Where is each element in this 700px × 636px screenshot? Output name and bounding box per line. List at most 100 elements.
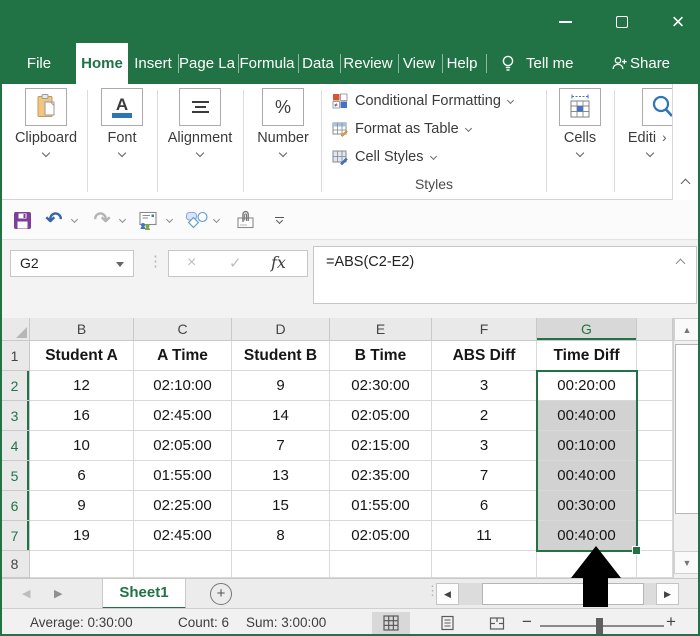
scroll-down-button[interactable]: ▼ (674, 551, 700, 574)
cell-C5[interactable]: 01:55:00 (134, 461, 232, 491)
cell-D6[interactable]: 15 (232, 491, 330, 521)
insert-function-icon[interactable]: fx (271, 253, 286, 272)
cell-B2[interactable]: 12 (30, 371, 134, 401)
col-header-C[interactable]: C (134, 318, 232, 341)
cell-styles-button[interactable]: Cell Styles (332, 146, 436, 168)
page-layout-view-button[interactable] (428, 612, 466, 634)
row-header-6[interactable]: 6 (0, 491, 30, 521)
cell-G4[interactable]: 00:10:00 (537, 431, 637, 461)
tab-help[interactable]: Help (442, 43, 482, 84)
tab-insert[interactable]: Insert (130, 43, 176, 84)
email-dropdown-chevron[interactable] (166, 216, 173, 223)
redo-dropdown-chevron[interactable] (119, 216, 126, 223)
cell-clipped-7[interactable] (637, 521, 673, 551)
cell-D7[interactable]: 8 (232, 521, 330, 551)
maximize-button[interactable] (602, 0, 642, 43)
cell-clipped-2[interactable] (637, 371, 673, 401)
row-header-3[interactable]: 3 (0, 401, 30, 431)
cell-C2[interactable]: 02:10:00 (134, 371, 232, 401)
col-header-F[interactable]: F (432, 318, 537, 341)
tab-file[interactable]: File (18, 43, 60, 84)
row-header-1[interactable]: 1 (0, 341, 30, 371)
cell-clipped-5[interactable] (637, 461, 673, 491)
number-group-button[interactable]: % Number (244, 84, 322, 200)
scroll-left-button[interactable]: ◀ (436, 583, 459, 605)
enter-icon[interactable]: ✓ (229, 254, 242, 272)
cell-B5[interactable]: 6 (30, 461, 134, 491)
cell-C3[interactable]: 02:45:00 (134, 401, 232, 431)
cell-D4[interactable]: 7 (232, 431, 330, 461)
cell-G7[interactable]: 00:40:00 (537, 521, 637, 551)
cell-F4[interactable]: 3 (432, 431, 537, 461)
cell-C1[interactable]: A Time (134, 341, 232, 371)
undo-dropdown-chevron[interactable] (71, 216, 78, 223)
save-button[interactable] (10, 208, 34, 232)
lightbulb-icon[interactable] (496, 43, 520, 84)
cell-clipped-3[interactable] (637, 401, 673, 431)
editing-dropdown-chevron[interactable] (646, 149, 654, 157)
cell-B3[interactable]: 16 (30, 401, 134, 431)
conditional-formatting-button[interactable]: ≠ Conditional Formatting (332, 90, 513, 112)
cell-clipped-4[interactable] (637, 431, 673, 461)
cancel-icon[interactable]: × (187, 254, 196, 272)
formula-bar-input[interactable]: =ABS(C2-E2) (313, 246, 697, 304)
tab-data[interactable]: Data (298, 43, 338, 84)
format-as-table-button[interactable]: Format as Table (332, 118, 471, 140)
cell-G2[interactable]: 00:20:00 (537, 371, 637, 401)
col-header-D[interactable]: D (232, 318, 330, 341)
cell-F1[interactable]: ABS Diff (432, 341, 537, 371)
cell-G1[interactable]: Time Diff (537, 341, 637, 371)
cell-E7[interactable]: 02:05:00 (330, 521, 432, 551)
collapse-ribbon-chevron[interactable] (681, 179, 691, 189)
zoom-slider-handle[interactable] (596, 618, 603, 634)
tab-page-layout[interactable]: Page La (178, 43, 236, 84)
cell-E3[interactable]: 02:05:00 (330, 401, 432, 431)
shapes-button[interactable] (183, 208, 211, 232)
cell-E8[interactable] (330, 551, 432, 578)
cell-B4[interactable]: 10 (30, 431, 134, 461)
number-dropdown-chevron[interactable] (279, 149, 287, 157)
horizontal-scroll-thumb[interactable] (482, 583, 644, 605)
cell-D1[interactable]: Student B (232, 341, 330, 371)
row-header-2[interactable]: 2 (0, 371, 30, 401)
sheet-tab-sheet1[interactable]: Sheet1 (102, 579, 186, 609)
scroll-up-button[interactable]: ▲ (674, 318, 700, 341)
name-box[interactable]: G2 (10, 250, 134, 277)
cell-C8[interactable] (134, 551, 232, 578)
cell-F3[interactable]: 2 (432, 401, 537, 431)
cell-B1[interactable]: Student A (30, 341, 134, 371)
col-header-E[interactable]: E (330, 318, 432, 341)
email-button[interactable] (136, 208, 162, 232)
cell-C6[interactable]: 02:25:00 (134, 491, 232, 521)
cell-E4[interactable]: 02:15:00 (330, 431, 432, 461)
row-header-7[interactable]: 7 (0, 521, 30, 551)
tab-view[interactable]: View (398, 43, 440, 84)
cell-F2[interactable]: 3 (432, 371, 537, 401)
vertical-scroll-thumb[interactable] (675, 344, 699, 514)
alignment-dropdown-chevron[interactable] (196, 149, 204, 157)
name-box-dropdown-icon[interactable] (116, 262, 124, 267)
shapes-dropdown-chevron[interactable] (213, 216, 220, 223)
cell-F7[interactable]: 11 (432, 521, 537, 551)
vertical-scrollbar[interactable]: ▲ ▼ (673, 318, 700, 578)
cell-clipped8[interactable] (637, 551, 673, 578)
normal-view-button[interactable] (372, 612, 410, 634)
add-sheet-button[interactable]: + (210, 583, 232, 605)
page-break-view-button[interactable] (478, 612, 516, 634)
clipboard-dropdown-chevron[interactable] (42, 149, 50, 157)
font-dropdown-chevron[interactable] (118, 149, 126, 157)
cell-D5[interactable]: 13 (232, 461, 330, 491)
scroll-right-button[interactable]: ▶ (656, 583, 679, 605)
formula-bar-collapse-chevron[interactable] (676, 259, 686, 269)
cell-G6[interactable]: 00:30:00 (537, 491, 637, 521)
share-button[interactable]: Share (630, 43, 670, 84)
cell-F5[interactable]: 7 (432, 461, 537, 491)
cell-E5[interactable]: 02:35:00 (330, 461, 432, 491)
tab-formulas[interactable]: Formula (238, 43, 296, 84)
cell-clipped-6[interactable] (637, 491, 673, 521)
col-header-clipped[interactable] (637, 318, 673, 341)
cell-G8[interactable] (537, 551, 637, 578)
attach-button[interactable] (232, 208, 260, 232)
cell-clipped-1[interactable] (637, 341, 673, 371)
cell-D3[interactable]: 14 (232, 401, 330, 431)
